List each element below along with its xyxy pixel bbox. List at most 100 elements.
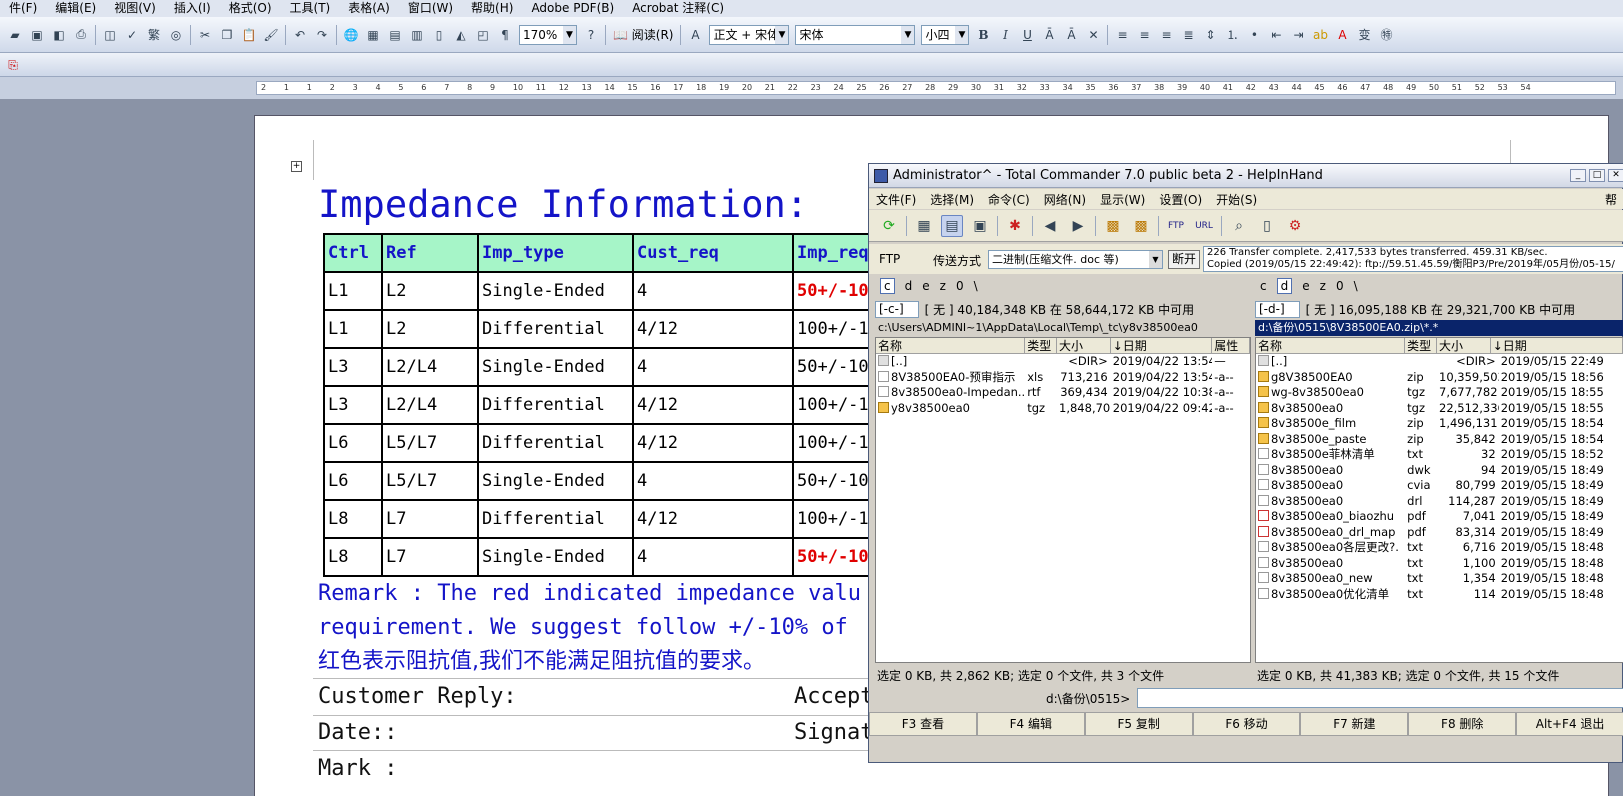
drive-button-5[interactable]: \ (974, 279, 978, 293)
justify-icon[interactable]: ≣ (1179, 26, 1197, 44)
research-icon[interactable]: ◎ (167, 26, 185, 44)
right-file-panel[interactable]: 名称 类型 大小 ↓日期 [..] <DIR> 2019/05/15 22:49 g8… (1255, 337, 1623, 663)
ftp-log[interactable]: 226 Transfer complete. 2,417,533 bytes t… (1203, 246, 1623, 272)
drawing-icon[interactable]: ◭ (452, 26, 470, 44)
font-combo[interactable]: 宋体 ▼ (795, 24, 916, 45)
document-map-icon[interactable]: ◰ (474, 26, 492, 44)
tc-menu-item[interactable]: 开始(S) (1209, 191, 1264, 208)
file-row[interactable]: 8v38500ea0-Impedan.. rtf 369,434 2019/04/22… (876, 385, 1250, 401)
undo-icon[interactable]: ↶ (291, 26, 309, 44)
help-icon[interactable]: ? (582, 26, 600, 44)
file-row[interactable]: 8v38500ea0 drl 114,287 2019/05/15 18:49 (1256, 494, 1623, 510)
tc-titlebar[interactable]: Administrator^ - Total Commander 7.0 pub… (869, 164, 1623, 188)
file-row[interactable]: 8v38500ea0_biaozhu pdf 7,041 2019/05/15 18:… (1256, 509, 1623, 525)
insert-table-icon[interactable]: ▤ (386, 26, 404, 44)
tc-menu-help[interactable]: 帮 (1598, 191, 1623, 208)
right-path[interactable]: d:\备份\0515\8V38500EA0.zip\*.* (1255, 320, 1623, 336)
drive-button-5[interactable]: \ (1354, 279, 1358, 293)
file-row[interactable]: 8v38500ea0 cvia 80,799 2019/05/15 18:49 (1256, 478, 1623, 494)
refresh-icon[interactable]: ⟳ (878, 215, 900, 237)
drive-button-4[interactable]: 0 (956, 279, 964, 293)
drive-button-2[interactable]: e (922, 279, 929, 293)
underline-button[interactable]: U (1018, 26, 1036, 44)
phonetic-guide-icon[interactable]: 变 (1355, 26, 1373, 44)
forward-icon[interactable]: ▶ (1067, 215, 1089, 237)
find-icon[interactable]: ⌕ (1228, 215, 1250, 237)
tc-menu-item[interactable]: 命令(C) (981, 191, 1037, 208)
line-spacing-icon[interactable]: ⇕ (1201, 26, 1219, 44)
maximize-icon[interactable]: □ (1589, 169, 1605, 182)
menu-item[interactable]: 格式(O) (220, 0, 281, 17)
fkey-button[interactable]: F8 删除 (1408, 712, 1517, 736)
char-scale-icon[interactable]: ✕ (1084, 26, 1102, 44)
minimize-icon[interactable]: _ (1570, 169, 1586, 182)
pdf-convert-icon[interactable]: ⎘ (4, 56, 22, 74)
menu-item[interactable]: 件(F) (0, 0, 46, 17)
tc-menu-item[interactable]: 选择(M) (923, 191, 981, 208)
format-painter-icon[interactable]: 🖌 (262, 26, 280, 44)
font-color-icon[interactable]: A (1333, 26, 1351, 44)
file-row[interactable]: y8v38500ea0 tgz 1,848,7022019/04/22 09:42-… (876, 401, 1250, 417)
file-row[interactable]: 8v38500e菲林清单 txt 32 2019/05/15 18:52 (1256, 447, 1623, 463)
drive-button-3[interactable]: z (940, 279, 946, 293)
traditional-chinese-icon[interactable]: 繁 (145, 26, 163, 44)
col-size[interactable]: 大小 (1057, 338, 1111, 353)
permission-icon[interactable]: ◧ (50, 26, 68, 44)
col-size[interactable]: 大小 (1437, 338, 1491, 353)
paste-icon[interactable]: 📋 (240, 26, 258, 44)
menu-item[interactable]: 编辑(E) (46, 0, 105, 17)
brief-view-icon[interactable]: ▦ (913, 215, 935, 237)
drive-button-2[interactable]: e (1302, 279, 1309, 293)
file-row[interactable]: g8V38500EA0 zip 10,359,503 2019/05/15 18:56 (1256, 370, 1623, 386)
left-path[interactable]: c:\Users\ADMINI~1\AppData\Local\Temp\_tc… (875, 320, 1247, 336)
style-combo[interactable]: 正文 + 宋体 ▼ (709, 24, 790, 45)
sync-icon[interactable]: ⚙ (1284, 215, 1306, 237)
enclose-char-icon[interactable]: ㊕ (1377, 26, 1395, 44)
disconnect-button[interactable]: 断开 (1168, 250, 1200, 269)
fkey-button[interactable]: F3 查看 (869, 712, 977, 736)
col-date[interactable]: ↓日期 (1491, 338, 1623, 353)
file-row[interactable]: [..] <DIR> 2019/04/22 13:54— (876, 354, 1250, 370)
col-type[interactable]: 类型 (1025, 338, 1058, 353)
char-shading-icon[interactable]: Ā (1062, 26, 1080, 44)
file-row[interactable]: 8v38500ea0 txt 1,100 2019/05/15 18:48 (1256, 556, 1623, 572)
col-date[interactable]: ↓日期 (1111, 338, 1213, 353)
redo-icon[interactable]: ↷ (313, 26, 331, 44)
highlight-icon[interactable]: ab (1311, 26, 1329, 44)
drive-button-0[interactable]: c (1260, 279, 1267, 293)
menu-item[interactable]: Adobe PDF(B) (522, 0, 623, 17)
col-attr[interactable]: 属性 (1212, 338, 1250, 353)
drive-button-3[interactable]: z (1320, 279, 1326, 293)
align-right-icon[interactable]: ≡ (1157, 26, 1175, 44)
menu-item[interactable]: Acrobat 注释(C) (623, 0, 733, 17)
back-icon[interactable]: ◀ (1039, 215, 1061, 237)
tc-menu-item[interactable]: 显示(W) (1093, 191, 1152, 208)
rename-icon[interactable]: ▯ (1256, 215, 1278, 237)
table-move-handle-icon[interactable]: + (291, 161, 302, 172)
file-row[interactable]: 8v38500ea0 dwk 94 2019/05/15 18:49 (1256, 463, 1623, 479)
file-row[interactable]: 8v38500ea0 tgz 22,512,336 2019/05/15 18:55 (1256, 401, 1623, 417)
styles-icon[interactable]: A (686, 26, 704, 44)
menu-item[interactable]: 窗口(W) (399, 0, 462, 17)
invert-selection-icon[interactable]: ✱ (1004, 215, 1026, 237)
tc-menu-item[interactable]: 文件(F) (869, 191, 923, 208)
print-icon[interactable]: ⎙ (72, 26, 90, 44)
unpack-icon[interactable]: ▩ (1130, 215, 1152, 237)
col-name[interactable]: 名称 (1256, 338, 1406, 353)
file-row[interactable]: 8v38500ea0各层更改?. txt 6,716 2019/05/15 18:48 (1256, 540, 1623, 556)
file-row[interactable]: 8v38500e_film zip 1,496,131 2019/05/15 18:5… (1256, 416, 1623, 432)
hyperlink-icon[interactable]: 🌐 (342, 26, 360, 44)
left-drive-select[interactable]: [-c-] (875, 300, 919, 318)
right-drive-select[interactable]: [-d-] (1255, 300, 1300, 318)
file-row[interactable]: 8v38500ea0_drl_map pdf 83,314 2019/05/15 18… (1256, 525, 1623, 541)
bold-button[interactable]: B (974, 26, 992, 44)
print-preview-icon[interactable]: ◫ (101, 26, 119, 44)
ftp-connect-icon[interactable]: FTP (1165, 215, 1187, 237)
drive-button-1[interactable]: d (1276, 278, 1293, 294)
zoom-combo[interactable]: 170% ▼ (519, 24, 577, 45)
cut-icon[interactable]: ✂ (196, 26, 214, 44)
align-center-icon[interactable]: ≡ (1135, 26, 1153, 44)
thumbnail-view-icon[interactable]: ▣ (969, 215, 991, 237)
open-icon[interactable]: ▰ (6, 26, 24, 44)
numbering-icon[interactable]: ⒈ (1223, 26, 1241, 44)
